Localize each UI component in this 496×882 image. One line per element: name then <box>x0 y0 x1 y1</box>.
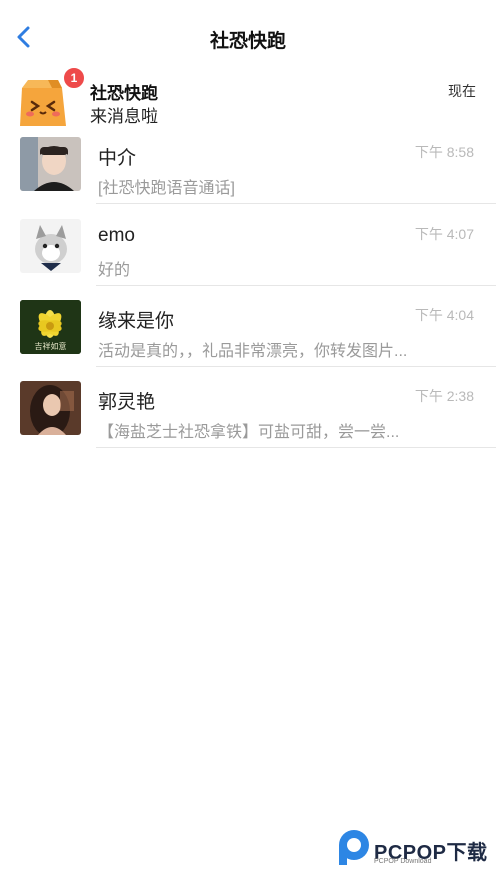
watermark: PCPOP下载 PCPOP Download <box>336 828 494 874</box>
divider <box>96 203 496 204</box>
paper-bag-mascot-icon <box>18 78 70 128</box>
watermark-subtext: PCPOP Download <box>374 858 432 865</box>
conversation-row[interactable]: 中介 [社恐快跑语音通话] 下午 8:58 <box>0 137 496 219</box>
conversation-row[interactable]: emo 好的 下午 4:07 <box>0 219 496 301</box>
conversation-time: 下午 4:07 <box>414 226 474 242</box>
navigation-bar: 社恐快跑 <box>0 0 496 76</box>
avatar <box>20 381 81 435</box>
conversation-name: 郭灵艳 <box>98 392 156 413</box>
conversation-name: 中介 <box>98 148 137 169</box>
conversation-row[interactable]: 郭灵艳 【海盐芝士社恐拿铁】可盐可甜，尝一尝... 下午 2:38 <box>0 381 496 463</box>
conversation-name: 缘来是你 <box>98 311 175 332</box>
divider <box>96 366 496 367</box>
conversation-preview: 【海盐芝士社恐拿铁】可盐可甜，尝一尝... <box>98 424 400 441</box>
avatar-caption: 吉祥如意 <box>34 342 67 351</box>
unread-badge: 1 <box>62 66 86 90</box>
conversation-row[interactable]: 吉祥如意 缘来是你 活动是真的，，礼品非常漂亮，你转发图片... 下午 4:04 <box>0 300 496 382</box>
conversation-preview: [社恐快跑语音通话] <box>98 180 235 197</box>
pcpop-logo-icon <box>339 830 369 865</box>
divider <box>96 285 496 286</box>
avatar: 吉祥如意 <box>20 300 81 354</box>
conversation-time: 现在 <box>448 83 476 99</box>
conversation-preview: 活动是真的，，礼品非常漂亮，你转发图片... <box>98 343 408 360</box>
conversation-time: 下午 8:58 <box>414 144 474 160</box>
page-title: 社恐快跑 <box>209 31 286 52</box>
conversation-time: 下午 4:04 <box>414 307 474 323</box>
conversation-preview: 好的 <box>98 262 131 279</box>
conversation-preview: 来消息啦 <box>90 107 158 126</box>
divider <box>96 447 496 448</box>
conversation-time: 下午 2:38 <box>414 388 474 404</box>
conversation-name: emo <box>98 225 135 246</box>
avatar <box>20 137 81 191</box>
conversation-name: 社恐快跑 <box>90 84 158 103</box>
avatar <box>20 219 81 273</box>
